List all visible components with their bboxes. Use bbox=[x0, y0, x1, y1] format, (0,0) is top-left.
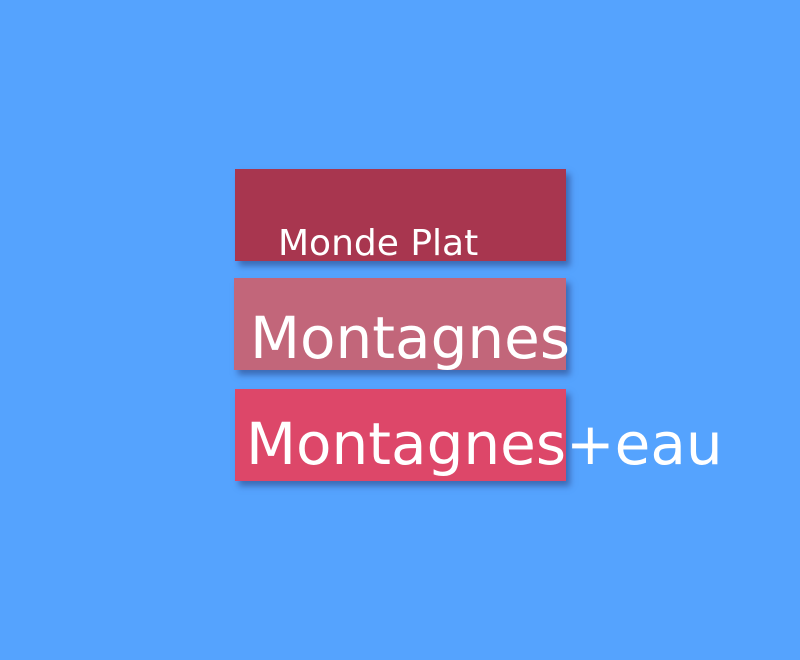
flat-world-button[interactable]: Monde Plat bbox=[235, 169, 566, 264]
mountains-button[interactable]: Montagnes bbox=[234, 278, 570, 370]
mountains-label: Montagnes bbox=[250, 304, 571, 372]
mountains-water-label: Montagnes+eau bbox=[246, 410, 723, 478]
mountains-water-button[interactable]: Montagnes+eau bbox=[235, 389, 723, 481]
flat-world-label: Monde Plat bbox=[278, 223, 479, 264]
